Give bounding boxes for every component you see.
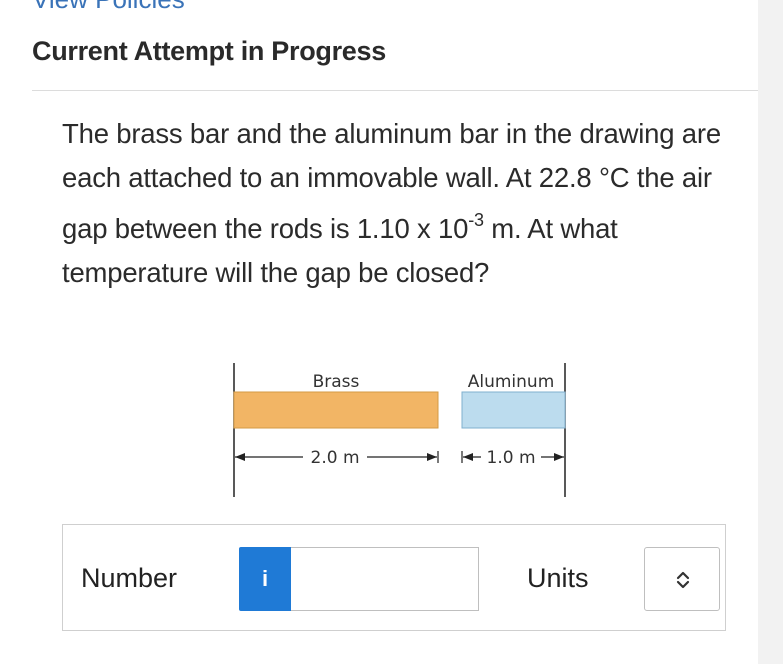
units-label: Units [527, 563, 589, 593]
brass-dim-left-arrow [235, 453, 245, 461]
al-dim-right-arrow [554, 453, 564, 461]
units-select[interactable] [644, 547, 720, 611]
question-text: The brass bar and the aluminum bar in th… [62, 112, 742, 295]
answer-box: Number i Units [62, 524, 726, 631]
aluminum-length-label: 1.0 m [487, 448, 536, 468]
attempt-title: Current Attempt in Progress [32, 36, 386, 66]
al-dim-left-arrow [463, 453, 473, 461]
brass-bar [233, 391, 439, 429]
question-exponent: -3 [468, 210, 484, 230]
brass-dim-right-arrow [427, 453, 437, 461]
right-gutter [758, 0, 783, 664]
number-label: Number [81, 563, 178, 593]
divider [32, 90, 758, 91]
number-input[interactable] [291, 547, 479, 611]
aluminum-bar [461, 391, 566, 429]
info-icon[interactable]: i [239, 547, 291, 611]
chevron-updown-icon [676, 571, 690, 589]
view-policies-link[interactable]: View Policies [32, 0, 185, 15]
question-text-part1: The brass bar and the aluminum bar in th… [62, 118, 721, 245]
brass-label: Brass [313, 372, 360, 392]
bars-figure: Brass Aluminum 2.0 m 1.0 m [215, 355, 585, 505]
aluminum-label: Aluminum [468, 372, 555, 392]
brass-length-label: 2.0 m [311, 448, 360, 468]
